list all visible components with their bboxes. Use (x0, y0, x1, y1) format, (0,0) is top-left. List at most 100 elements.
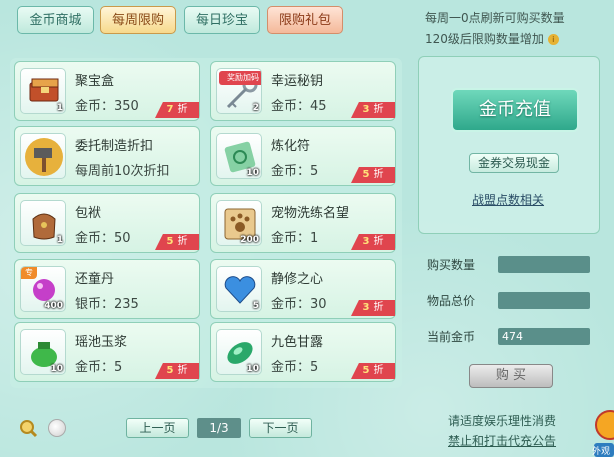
magnifier-icon[interactable] (18, 418, 38, 438)
item-qty: 10 (246, 364, 259, 374)
item-card-refine-charm[interactable]: 10 炼化符 金币：5 5折 (210, 126, 396, 186)
shop-window: 金币商城 每周限购 每日珍宝 限购礼包 每周一0点刷新可购买数量 120级后限购… (0, 0, 614, 457)
talisman-icon: 10 (216, 133, 262, 179)
page-indicator: 1/3 (197, 418, 241, 438)
item-qty: 400 (44, 301, 63, 311)
discount-badge: 3折 (351, 234, 395, 250)
item-price: 金币：5 (271, 164, 319, 179)
voucher-exchange-button[interactable]: 金券交易现金 (469, 153, 559, 173)
discount-badge: 5折 (155, 363, 199, 379)
level-note: 120级后限购数量增加 i (425, 30, 559, 47)
discount-num: 5 (362, 365, 370, 376)
tab-gold-mall[interactable]: 金币商城 (17, 6, 94, 34)
exclusive-flag: 专 (21, 267, 37, 279)
item-card-bag[interactable]: 1 包袱 金币：50 5折 (14, 193, 200, 253)
discount-badge: 5折 (155, 234, 199, 250)
item-price: 每周前10次折扣 (75, 164, 170, 179)
total-price-value (498, 292, 590, 309)
rational-consumption-note: 请适度娱乐理性消费 (448, 414, 557, 428)
discount-num: 5 (166, 365, 174, 376)
corner-emblem[interactable]: 外观 (590, 405, 614, 457)
discount-badge: 7折 (155, 102, 199, 118)
info-icon[interactable]: i (547, 34, 559, 45)
discount-unit: 折 (373, 302, 384, 313)
discount-num: 3 (362, 236, 370, 247)
discount-unit: 折 (373, 104, 384, 115)
item-qty: 10 (246, 168, 259, 178)
discount-num: 7 (166, 104, 174, 115)
recharge-panel: 金币充值 金券交易现金 战盟点数相关 (418, 56, 600, 234)
discount-num: 5 (362, 169, 370, 180)
buy-qty-label: 购买数量 (427, 258, 476, 272)
item-card-nectar[interactable]: 10 九色甘露 金币：5 5折 (210, 322, 396, 382)
item-qty: 1 (56, 103, 63, 113)
item-qty: 1 (56, 235, 63, 245)
discount-badge: 3折 (351, 300, 395, 316)
discount-num: 5 (166, 236, 174, 247)
item-card-pet-reputation[interactable]: 200 宠物洗练名望 金币：1 3折 (210, 193, 396, 253)
alliance-points-link[interactable]: 战盟点数相关 (472, 191, 544, 208)
discount-unit: 折 (373, 169, 384, 180)
leaf-gem-icon: 10 (216, 329, 262, 375)
level-note-text: 120级后限购数量增加 (425, 32, 544, 46)
item-name: 静修之心 (271, 272, 324, 287)
heart-icon: 5 (216, 266, 262, 312)
item-price: 金币：1 (271, 231, 319, 246)
item-name: 炼化符 (271, 139, 311, 154)
discount-num: 3 (362, 104, 370, 115)
discount-unit: 折 (373, 236, 384, 247)
total-price-label: 物品总价 (427, 294, 476, 308)
item-price: 金币：50 (75, 231, 131, 246)
tab-limited-gift[interactable]: 限购礼包 (267, 6, 343, 34)
jade-jar-icon: 10 (20, 329, 66, 375)
treasure-box-icon: 1 (20, 68, 66, 114)
tab-daily-treasure[interactable]: 每日珍宝 (184, 6, 260, 34)
current-gold-value: 474 (498, 328, 590, 345)
bag-icon: 1 (20, 200, 66, 246)
item-price: 金币：5 (271, 360, 319, 375)
next-page-button[interactable]: 下一页 (249, 418, 312, 438)
corner-label: 外观 (592, 447, 611, 457)
buy-button[interactable]: 购 买 (469, 364, 553, 388)
item-name: 幸运秘钥 (271, 74, 324, 89)
item-name: 委托制造折扣 (75, 139, 154, 154)
item-price: 金币：350 (75, 99, 139, 114)
prev-page-button[interactable]: 上一页 (126, 418, 189, 438)
paw-icon: 200 (216, 200, 262, 246)
discount-unit: 折 (373, 365, 384, 376)
item-price: 金币：45 (271, 99, 327, 114)
item-card-key[interactable]: 奖励加码 2 幸运秘钥 金币：45 3折 (210, 61, 396, 121)
item-qty: 2 (252, 103, 259, 113)
item-card-youth-pill[interactable]: 专 400 还童丹 银币：235 (14, 259, 200, 319)
item-name: 聚宝盒 (75, 74, 115, 89)
item-card-jubaohe[interactable]: 1 聚宝盒 金币：350 7折 (14, 61, 200, 121)
item-price: 银币：235 (75, 297, 139, 312)
gold-recharge-button[interactable]: 金币充值 (451, 88, 579, 132)
pearl-icon[interactable] (48, 419, 66, 437)
item-card-commission[interactable]: 委托制造折扣 每周前10次折扣 (14, 126, 200, 186)
item-qty: 10 (50, 364, 63, 374)
key-icon: 奖励加码 2 (216, 68, 262, 114)
discount-unit: 折 (177, 365, 188, 376)
discount-num: 3 (362, 302, 370, 313)
item-qty: 5 (252, 301, 259, 311)
current-gold-label: 当前金币 (427, 330, 476, 344)
item-price: 金币：5 (75, 360, 123, 375)
discount-badge: 5折 (351, 363, 395, 379)
item-card-jade-liquid[interactable]: 10 瑶池玉浆 金币：5 5折 (14, 322, 200, 382)
item-card-meditation-heart[interactable]: 5 静修之心 金币：30 3折 (210, 259, 396, 319)
buy-qty-input[interactable] (498, 256, 590, 273)
item-name: 瑶池玉浆 (75, 335, 128, 350)
item-name: 九色甘露 (271, 335, 324, 350)
pill-icon: 专 400 (20, 266, 66, 312)
item-name: 还童丹 (75, 272, 115, 287)
discount-unit: 折 (177, 236, 188, 247)
tab-weekly-limit[interactable]: 每周限购 (100, 6, 176, 34)
item-name: 包袱 (75, 206, 102, 221)
item-name: 宠物洗练名望 (271, 206, 350, 221)
anti-proxy-notice-link[interactable]: 禁止和打击代充公告 (448, 432, 556, 449)
item-qty: 200 (240, 235, 259, 245)
discount-badge: 5折 (351, 167, 395, 183)
discount-unit: 折 (177, 104, 188, 115)
discount-badge: 3折 (351, 102, 395, 118)
